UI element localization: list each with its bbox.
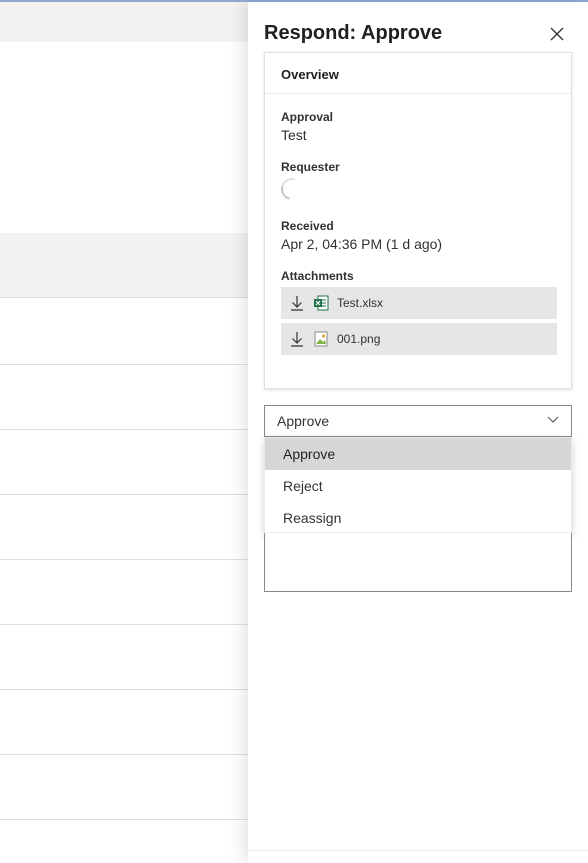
background-row-divider <box>0 494 248 495</box>
respond-panel: Respond: Approve Overview Approval Test … <box>248 2 588 863</box>
attachments-label: Attachments <box>281 269 354 283</box>
received-value: Apr 2, 04:36 PM (1 d ago) <box>281 236 443 252</box>
attachment-item[interactable]: 001.png <box>281 323 557 355</box>
background-row-divider <box>0 559 248 560</box>
close-button[interactable] <box>545 22 569 46</box>
background-row-divider <box>0 689 248 690</box>
option-reassign[interactable]: Reassign <box>265 502 571 534</box>
comments-textarea[interactable] <box>264 533 572 592</box>
background-row-divider <box>0 364 248 365</box>
option-approve[interactable]: Approve <box>265 438 571 470</box>
background-header <box>0 2 248 42</box>
overview-card: Overview Approval Test Requester Receive… <box>264 52 572 389</box>
response-dropdown[interactable]: Approve <box>264 405 572 437</box>
chevron-down-icon <box>547 416 559 423</box>
panel-title: Respond: Approve <box>264 22 443 44</box>
background-row-divider <box>0 819 248 820</box>
dropdown-selected-value: Approve <box>277 413 330 429</box>
approval-value: Test <box>281 127 307 143</box>
attachment-name: 001.png <box>337 332 381 346</box>
background-row-divider <box>0 624 248 625</box>
loading-spinner-icon <box>276 173 308 205</box>
footer-divider <box>248 850 588 851</box>
response-options-menu: Approve Reject Reassign <box>264 437 572 533</box>
background-list <box>0 2 248 863</box>
background-row-divider <box>0 754 248 755</box>
approval-label: Approval <box>281 110 334 124</box>
download-icon <box>291 332 303 347</box>
option-reject[interactable]: Reject <box>265 470 571 502</box>
requester-label: Requester <box>281 160 340 174</box>
received-label: Received <box>281 219 334 233</box>
overview-header: Overview <box>265 53 571 94</box>
attachment-item[interactable]: Test.xlsx <box>281 287 557 319</box>
download-icon <box>291 296 303 311</box>
attachment-name: Test.xlsx <box>337 296 384 310</box>
close-icon <box>550 27 564 41</box>
background-selected-row <box>0 233 248 298</box>
image-file-icon <box>314 331 328 347</box>
background-row-divider <box>0 429 248 430</box>
excel-file-icon <box>314 295 329 311</box>
